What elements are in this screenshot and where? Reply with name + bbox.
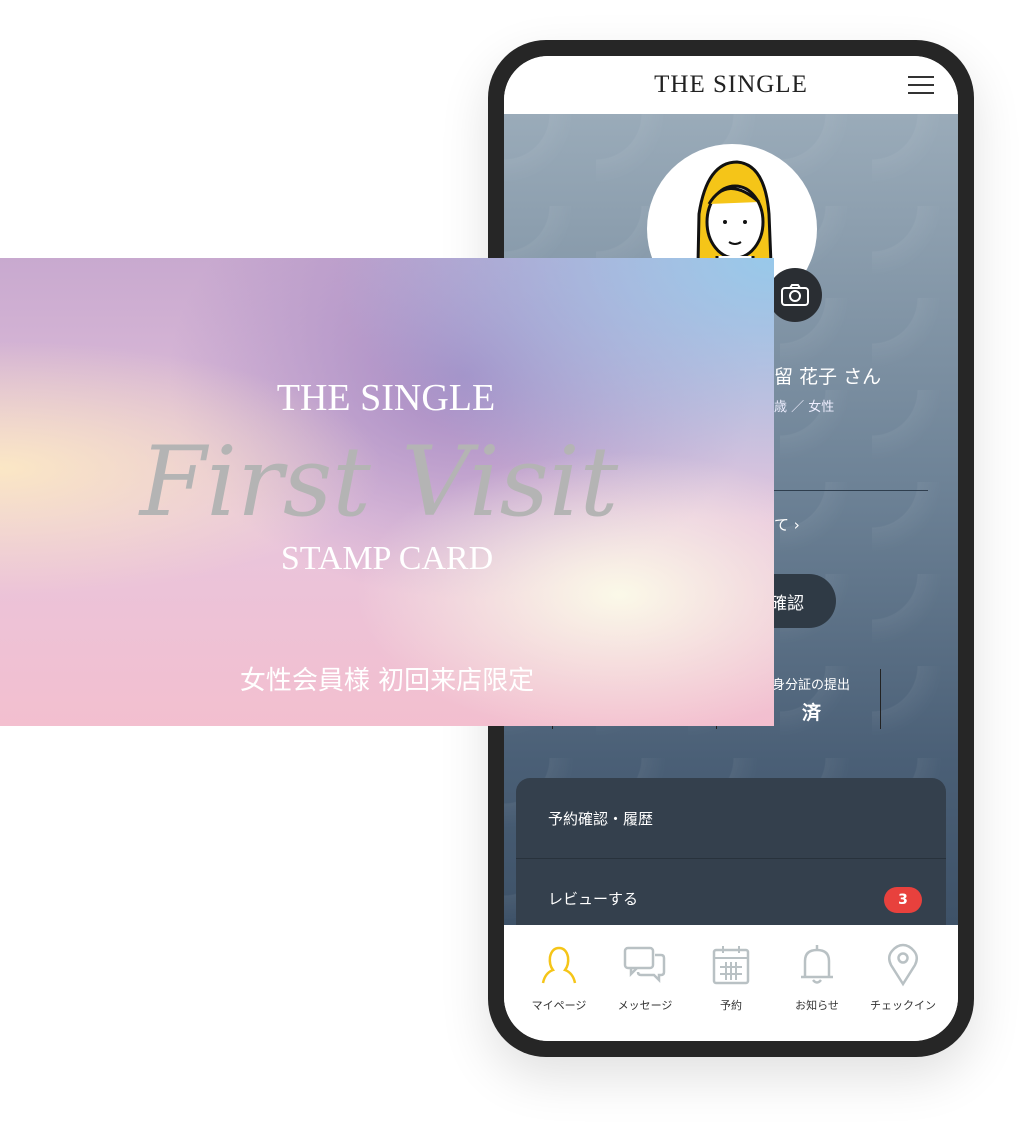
user-age-gender: 歳 ／ 女性 <box>774 400 835 415</box>
count-badge: 3 <box>884 887 922 913</box>
stamp-card: THE SINGLE First Visit STAMP CARD 女性会員様 … <box>0 258 774 726</box>
chat-icon <box>623 946 666 984</box>
nav-mypage[interactable]: マイページ <box>516 943 602 1041</box>
id-submission-status: 済 <box>802 702 822 724</box>
card-note: 女性会員様 初回来店限定 <box>239 666 535 696</box>
nav-messages[interactable]: メッセージ <box>602 943 688 1041</box>
nav-notifications[interactable]: お知らせ <box>774 943 860 1041</box>
person-icon <box>541 946 577 984</box>
nav-reservation[interactable]: 予約 <box>688 943 774 1041</box>
bell-icon <box>801 945 833 984</box>
menu-panel: 予約確認・履歴 レビューする 3 <box>516 778 946 925</box>
app-logo: THE SINGLE <box>654 71 808 98</box>
nav-checkin[interactable]: チェックイン <box>860 943 946 1041</box>
camera-icon <box>781 284 809 306</box>
app-header: THE SINGLE <box>504 56 958 114</box>
calendar-icon <box>712 946 750 985</box>
camera-button[interactable] <box>768 268 822 322</box>
card-title: STAMP CARD <box>280 540 494 577</box>
card-logo: THE SINGLE <box>276 377 496 419</box>
bottom-nav: マイページ メッセージ 予約 お知らせ チェックイン <box>504 925 958 1041</box>
hamburger-icon[interactable] <box>908 76 934 94</box>
user-name: 留 花子 さん <box>774 366 882 388</box>
profile-link[interactable]: て › <box>774 514 800 535</box>
card-script-title: First Visit <box>139 426 619 538</box>
location-pin-icon <box>888 943 918 987</box>
divider <box>774 490 928 491</box>
menu-item-review[interactable]: レビューする 3 <box>516 858 946 925</box>
menu-item-reservations[interactable]: 予約確認・履歴 <box>516 778 946 858</box>
id-submission-label: 身分証の提出 <box>772 678 851 693</box>
